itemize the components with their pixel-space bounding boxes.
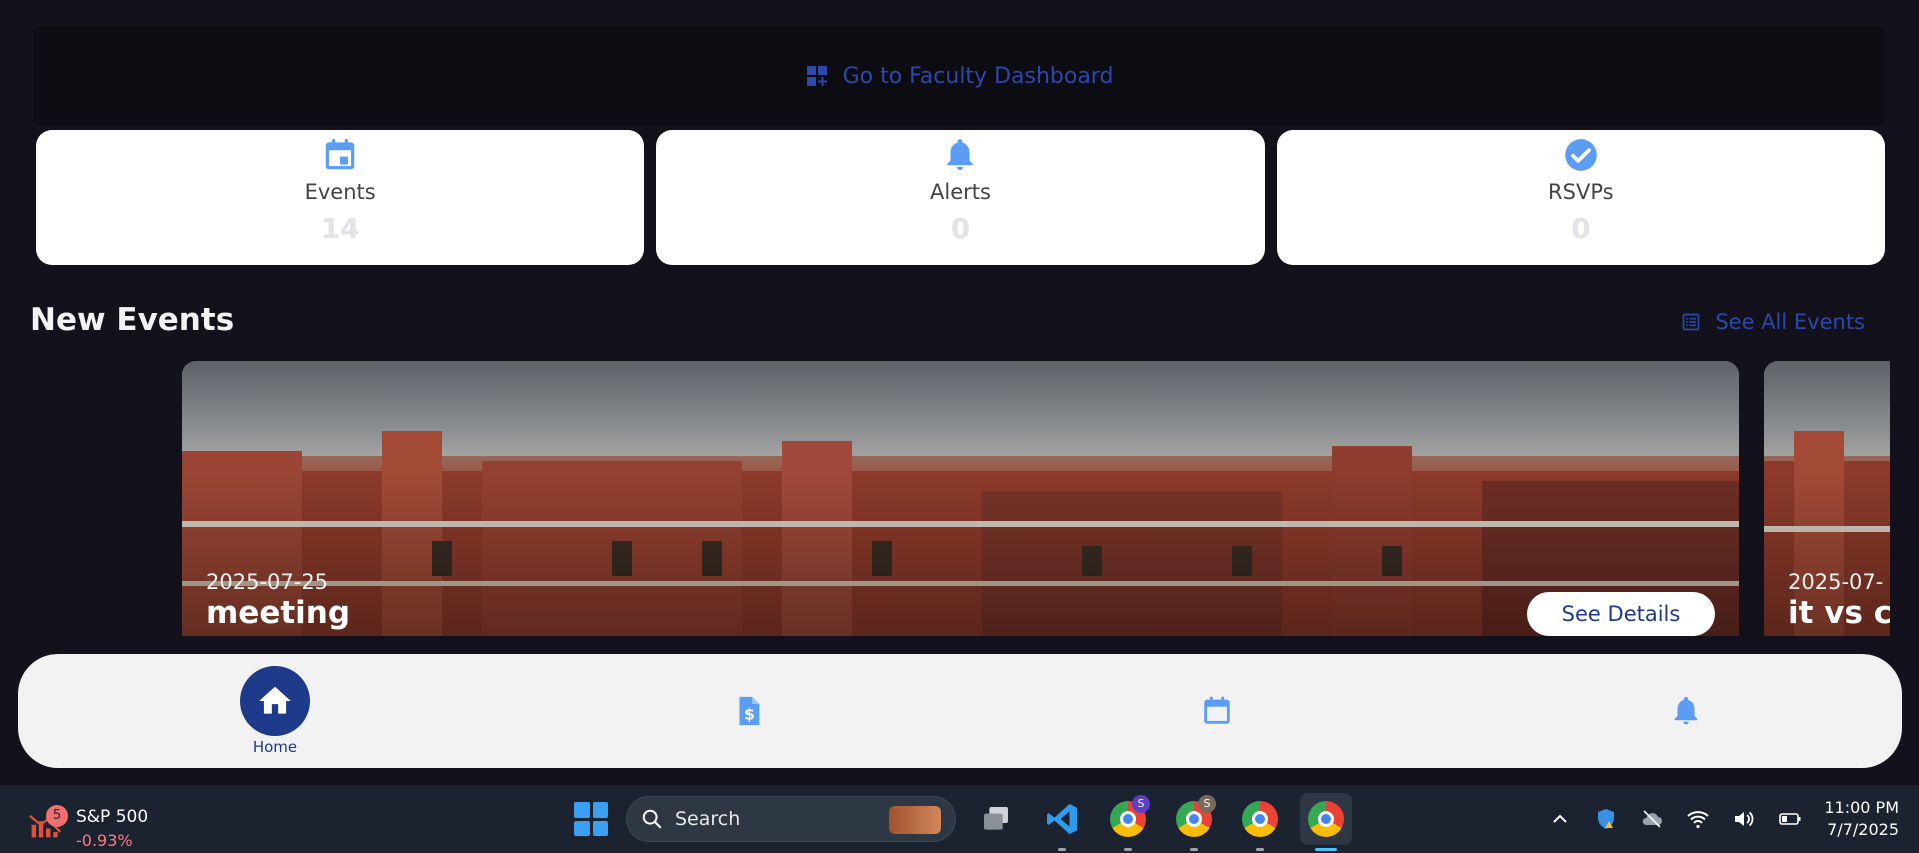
nav-invoices[interactable]: $	[708, 654, 788, 768]
wifi-icon[interactable]	[1686, 807, 1710, 831]
stat-card-events[interactable]: Events 14	[36, 130, 645, 265]
home-icon	[259, 686, 291, 714]
stat-value: 14	[320, 212, 360, 245]
list-icon	[1683, 313, 1700, 331]
faculty-dashboard-link[interactable]: Go to Faculty Dashboard	[34, 26, 1884, 126]
event-card[interactable]: 2025-07- it vs cs	[1764, 361, 1890, 636]
search-placeholder: Search	[675, 808, 741, 830]
nav-calendar[interactable]	[1177, 654, 1257, 768]
invoice-dollar-icon: $	[739, 696, 760, 726]
stock-widget[interactable]: 5 S&P 500 -0.93%	[28, 795, 178, 850]
battery-icon[interactable]	[1778, 807, 1802, 831]
event-image-overlay	[182, 361, 1739, 636]
taskbar-apps: Search S S	[570, 793, 1352, 851]
stock-change: -0.93%	[76, 831, 133, 850]
calendar-icon	[1204, 696, 1230, 724]
stat-label: Events	[304, 180, 376, 204]
nav-notifications[interactable]	[1646, 654, 1726, 768]
profile-badge: S	[1198, 795, 1216, 813]
dashboard-add-icon	[806, 66, 827, 86]
event-title: meeting	[206, 595, 351, 631]
event-card[interactable]: 2025-07-25 meeting See Details	[182, 361, 1739, 636]
see-all-label: See All Events	[1715, 310, 1865, 334]
taskbar-search[interactable]: Search	[626, 796, 956, 842]
profile-badge: S	[1132, 795, 1150, 813]
chrome-active-icon[interactable]	[1300, 793, 1352, 851]
faculty-dashboard-label: Go to Faculty Dashboard	[842, 63, 1114, 89]
see-details-button[interactable]: See Details	[1527, 592, 1715, 636]
onedrive-offline-icon[interactable]	[1640, 807, 1664, 831]
stat-label: Alerts	[930, 180, 991, 204]
events-carousel[interactable]: 2025-07-25 meeting See Details 2025-07- …	[0, 361, 1890, 636]
new-events-header: New Events See All Events	[30, 302, 1900, 348]
windows-start-icon[interactable]	[570, 798, 612, 840]
running-indicator	[1256, 848, 1264, 851]
see-all-events-link[interactable]: See All Events	[1681, 310, 1865, 334]
running-indicator	[1190, 848, 1198, 851]
home-button-circle	[240, 666, 310, 736]
stats-row: Events 14 Alerts 0 RSVPs 0	[36, 130, 1885, 265]
chrome-profile-3-icon[interactable]	[1234, 793, 1286, 851]
stat-label: RSVPs	[1548, 180, 1614, 204]
bell-icon	[947, 139, 974, 171]
running-indicator	[1124, 848, 1132, 851]
section-title: New Events	[30, 302, 235, 338]
bottom-navigation: Home $	[18, 654, 1902, 768]
chrome-icon	[1308, 801, 1344, 837]
stat-card-alerts[interactable]: Alerts 0	[656, 130, 1265, 265]
app-screen: Go to Faculty Dashboard Events 14 Alerts…	[0, 0, 1919, 785]
clock-time: 11:00 PM	[1824, 798, 1899, 817]
chrome-profile-1-icon[interactable]: S	[1102, 793, 1154, 851]
nav-home[interactable]: Home	[223, 654, 327, 768]
check-circle-icon	[1564, 139, 1597, 171]
nav-home-label: Home	[252, 738, 298, 756]
active-indicator	[1315, 848, 1337, 851]
vscode-icon[interactable]	[1036, 793, 1088, 851]
system-clock[interactable]: 11:00 PM 7/7/2025	[1824, 797, 1899, 841]
event-title: it vs cs	[1788, 595, 1890, 631]
volume-icon[interactable]	[1732, 807, 1756, 831]
system-tray: 11:00 PM 7/7/2025	[1548, 785, 1899, 853]
task-view-icon[interactable]	[970, 793, 1022, 845]
stat-value: 0	[1571, 212, 1591, 245]
running-indicator	[1058, 848, 1066, 851]
windows-taskbar: 5 S&P 500 -0.93% Search S S 11:00 PM 7/7…	[0, 785, 1919, 853]
calendar-icon	[325, 139, 355, 170]
stat-value: 0	[950, 212, 971, 245]
task-view-glyph	[984, 807, 1008, 830]
event-date: 2025-07-25	[206, 570, 329, 594]
search-icon	[642, 809, 662, 829]
stock-notification-badge: 5	[46, 805, 68, 827]
stock-name: S&P 500	[76, 807, 149, 827]
stat-card-rsvps[interactable]: RSVPs 0	[1276, 130, 1885, 265]
bell-icon	[1674, 696, 1698, 725]
chrome-icon	[1242, 801, 1278, 837]
chrome-profile-2-icon[interactable]: S	[1168, 793, 1220, 851]
vscode-glyph	[1047, 804, 1077, 834]
svg-text:$: $	[744, 706, 755, 724]
clock-date: 7/7/2025	[1827, 820, 1899, 839]
event-date: 2025-07-	[1788, 570, 1884, 594]
search-highlight-image	[889, 806, 941, 834]
chevron-up-icon[interactable]	[1548, 807, 1572, 831]
defender-warning-icon[interactable]	[1594, 807, 1618, 831]
